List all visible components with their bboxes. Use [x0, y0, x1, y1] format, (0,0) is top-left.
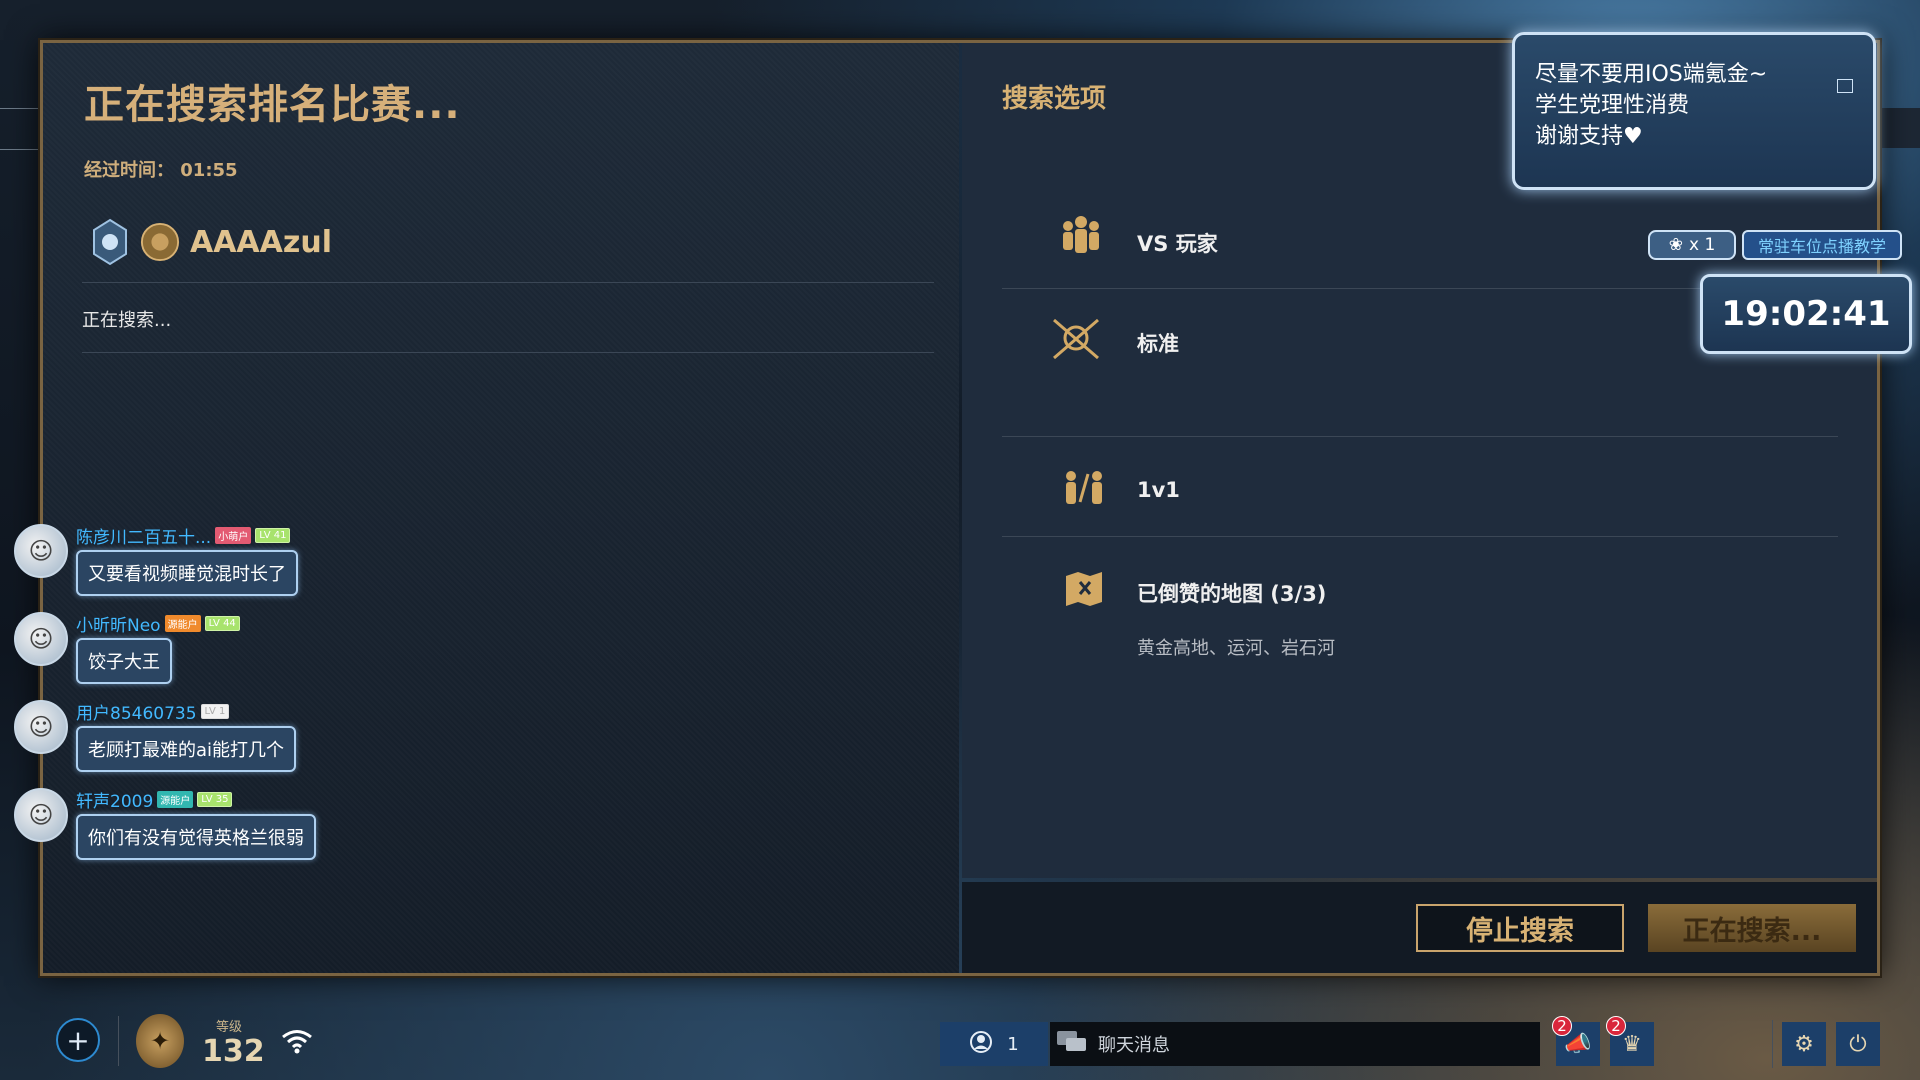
option-format: 1v1 — [1137, 478, 1180, 502]
chat-bubble: 饺子大王 — [76, 638, 172, 684]
user-tag: 源能户 — [164, 614, 201, 632]
chat-bubble: 你们有没有觉得英格兰很弱 — [76, 814, 316, 860]
divider — [1002, 536, 1838, 537]
level-tag: LV 1 — [200, 703, 230, 719]
minimize-icon[interactable] — [1837, 79, 1853, 93]
gift-counter: ❀ x 1 — [1648, 230, 1736, 260]
elapsed-value: 01:55 — [180, 160, 238, 181]
avatar: ☺ — [14, 612, 68, 666]
chat-message: ☺ 用户85460735 LV 1 老顾打最难的ai能打几个 — [14, 699, 297, 772]
chat-message: ☺ 轩声2009 源能户 LV 35 你们有没有觉得英格兰很弱 — [14, 788, 316, 860]
friends-online-count: 1 — [1007, 1033, 1019, 1055]
notice-line: 尽量不要用IOS端氪金~ — [1535, 62, 1768, 87]
gift-count: x 1 — [1688, 235, 1716, 255]
level-value: 132 — [202, 1034, 265, 1069]
avatar: ☺ — [14, 700, 68, 754]
page-title: 正在搜索排名比赛... — [84, 82, 461, 128]
profile-emblem-icon — [140, 220, 180, 264]
chat-placeholder: 聊天消息 — [1098, 1035, 1170, 1056]
gear-icon: ⚙ — [1794, 1031, 1814, 1057]
stop-search-button[interactable]: 停止搜索 — [1416, 904, 1624, 952]
avatar: ☺ — [14, 788, 68, 842]
players-icon — [1060, 214, 1102, 268]
avatar: ☺ — [14, 524, 68, 578]
notice-line: 谢谢支持♥ — [1535, 124, 1643, 149]
player-name: AAAAzul — [190, 224, 332, 260]
divider — [82, 282, 934, 283]
chat-username[interactable]: 陈彦川二百五十... — [76, 523, 211, 548]
megaphone-icon: 📣 — [1564, 1031, 1592, 1057]
chat-bubble: 又要看视频睡觉混时长了 — [76, 550, 298, 596]
chat-bubble: 老顾打最难的ai能打几个 — [76, 726, 297, 772]
rank-emblem-icon[interactable]: ✦ — [136, 1014, 184, 1068]
chat-input[interactable]: 聊天消息 — [1050, 1022, 1540, 1066]
notice-line: 学生党理性消费 — [1535, 93, 1690, 118]
gift-icon: ❀ — [1668, 235, 1683, 255]
notification-badge: 2 — [1606, 1016, 1626, 1036]
divider — [118, 1016, 119, 1066]
option-vetoed-maps: 已倒赞的地图 (3/3) — [1137, 582, 1327, 606]
plus-icon: + — [66, 1023, 90, 1057]
right-edge-tab — [1880, 108, 1920, 148]
notification-badge: 2 — [1552, 1016, 1572, 1036]
friends-button[interactable]: 1 — [940, 1022, 1048, 1066]
elapsed-time: 经过时间： 01:55 — [84, 156, 238, 182]
level-tag: LV 41 — [255, 527, 291, 543]
divider — [1002, 436, 1838, 437]
chat-message: ☺ 小昕昕Neo 源能户 LV 44 饺子大王 — [14, 612, 240, 684]
level-label: 等级 — [216, 1020, 243, 1035]
chat-username[interactable]: 小昕昕Neo — [76, 611, 161, 636]
crossed-swords-icon — [1050, 316, 1102, 372]
search-status-text: 正在搜索... — [82, 310, 172, 331]
level-tag: LV 44 — [204, 615, 240, 631]
options-title: 搜索选项 — [1002, 84, 1107, 114]
divider — [82, 352, 934, 353]
vetoed-maps-list: 黄金高地、运河、岩石河 — [1137, 638, 1335, 659]
power-icon: ⏻ — [1849, 1031, 1867, 1057]
searching-button[interactable]: 正在搜索... — [1648, 904, 1856, 952]
add-button[interactable]: + — [56, 1018, 100, 1062]
level-tag: LV 35 — [197, 791, 233, 807]
settings-button[interactable]: ⚙ — [1782, 1022, 1826, 1066]
elapsed-label: 经过时间： — [84, 160, 174, 181]
divider — [1772, 1020, 1773, 1068]
power-button[interactable]: ⏻ — [1836, 1022, 1880, 1066]
crown-icon: ♛ — [1622, 1031, 1642, 1057]
chat-message: ☺ 陈彦川二百五十... 小萌户 LV 41 又要看视频睡觉混时长了 — [14, 524, 298, 596]
left-edge-tab — [0, 108, 40, 150]
chat-username[interactable]: 用户85460735 — [76, 699, 197, 724]
streamer-notice: 尽量不要用IOS端氪金~ 学生党理性消费 谢谢支持♥ — [1512, 32, 1876, 190]
user-tag: 小萌户 — [215, 526, 252, 544]
map-icon — [1064, 570, 1104, 616]
wifi-icon — [280, 1028, 314, 1061]
friends-icon — [969, 1030, 993, 1059]
user-tag: 源能户 — [157, 790, 194, 808]
chat-username[interactable]: 轩声2009 — [76, 787, 153, 812]
one-vs-one-icon — [1062, 470, 1106, 516]
player-row: AAAAzul — [90, 218, 332, 266]
clock-overlay: 19:02:41 — [1700, 274, 1912, 354]
rank-badge-icon — [90, 218, 130, 266]
chat-bubbles-icon — [1056, 1030, 1088, 1059]
option-mode: VS 玩家 — [1137, 232, 1218, 256]
option-queue: 标准 — [1137, 332, 1179, 356]
teach-banner[interactable]: 常驻车位点播教学 — [1742, 230, 1902, 260]
